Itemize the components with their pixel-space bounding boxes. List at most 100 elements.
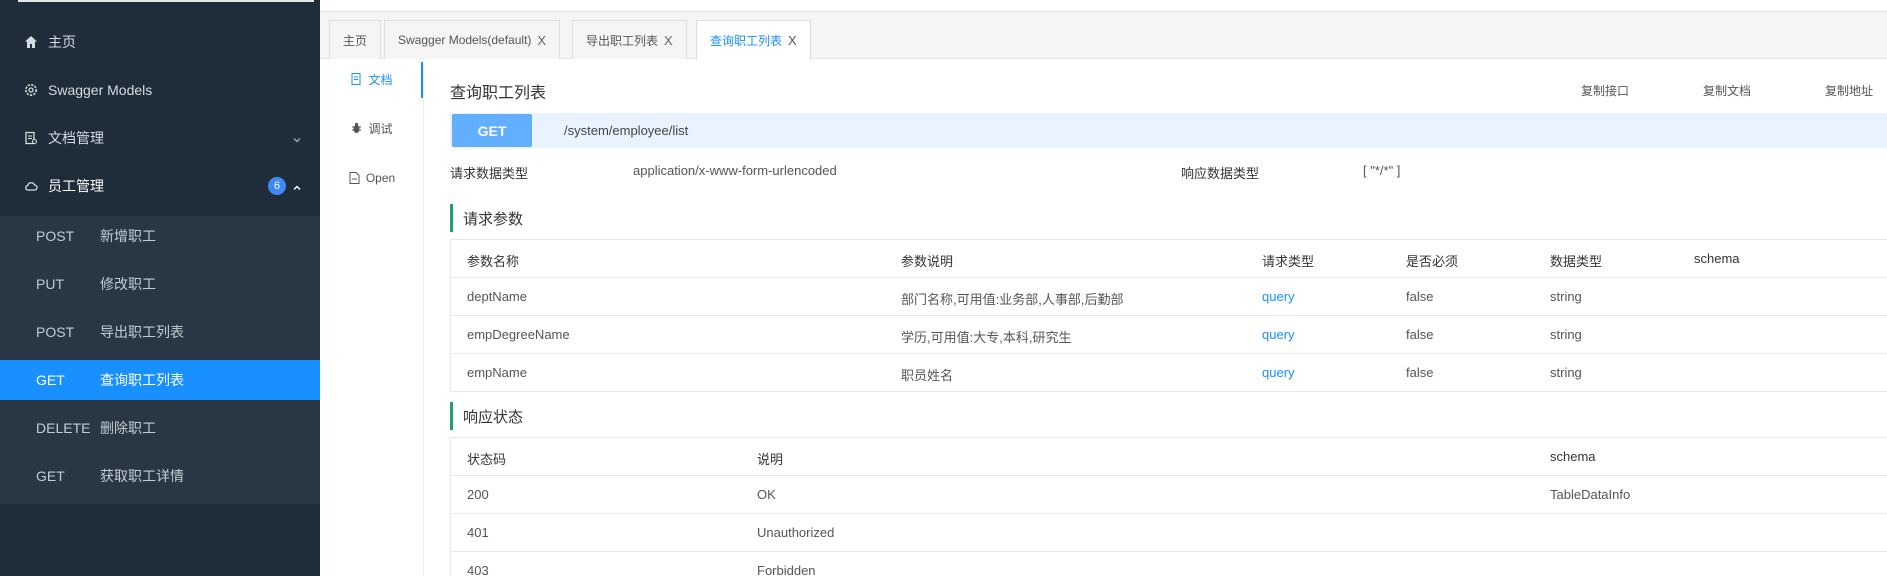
param-desc: 职员姓名 [901,368,954,383]
tab-label: 主页 [343,33,368,48]
sidebar-item-label: 主页 [48,34,76,50]
docnav-active-indicator [421,62,423,98]
table-row: 200 OK TableDataInfo [451,476,1887,514]
column-header: 参数名称 [467,254,520,269]
table-header-row: 状态码 说明 schema [451,438,1887,476]
section-title: 请求参数 [463,210,524,228]
file-icon [349,172,360,184]
table-row: empDegreeName 学历,可用值:大专,本科,研究生 query fal… [451,316,1887,354]
count-badge: 6 [268,177,286,195]
params-table: 参数名称 参数说明 请求类型 是否必须 数据类型 schema deptName… [450,239,1887,392]
http-method: PUT [36,276,64,292]
section-marker [450,204,453,232]
submenu-item-label: 获取职工详情 [100,468,184,484]
column-header: 数据类型 [1550,254,1603,269]
document-icon [23,130,39,146]
page-title: 查询职工列表 [450,85,547,102]
docnav-item-doc[interactable]: 文档 [320,67,424,91]
cloud-icon [23,178,39,194]
copy-url-button[interactable]: 复制地址 [1825,82,1873,99]
close-icon[interactable]: X [537,33,546,48]
tab-bar: 主页 Swagger Models(default) X 导出职工列表 X 查询… [320,12,1887,60]
docnav-label: 文档 [368,72,393,87]
request-type-value: application/x-www-form-urlencoded [633,163,837,178]
param-in: query [1262,289,1295,304]
close-icon[interactable]: X [788,33,797,48]
http-method: GET [36,468,65,484]
tab-query-employees[interactable]: 查询职工列表 X [696,20,811,60]
table-row: deptName 部门名称,可用值:业务部,人事部,后勤部 query fals… [451,278,1887,316]
sidebar-item-label: Swagger Models [48,82,153,98]
doc-side-nav: 文档 调试 Open [320,59,424,576]
submenu-item-employee-detail[interactable]: GET 获取职工详情 [0,456,320,496]
param-desc: 学历,可用值:大专,本科,研究生 [901,330,1072,345]
submenu-item-label: 查询职工列表 [100,372,184,388]
column-header: 请求类型 [1262,254,1315,269]
tab-home[interactable]: 主页 [329,20,382,59]
param-in: query [1262,365,1295,380]
docnav-label: Open [365,171,396,185]
sidebar-top-divider [18,0,314,2]
copy-api-button[interactable]: 复制接口 [1581,82,1629,99]
tab-swagger-models[interactable]: Swagger Models(default) X [384,20,561,59]
request-type-label: 请求数据类型 [450,166,529,181]
sidebar-item-label: 文档管理 [48,130,104,146]
responses-section-heading: 响应状态 [450,402,1887,430]
param-required: false [1406,327,1434,342]
section-title: 响应状态 [463,408,524,426]
chevron-up-icon [292,180,302,190]
submenu-item-label: 删除职工 [100,420,156,436]
column-header: 参数说明 [901,254,954,269]
docnav-item-debug[interactable]: 调试 [320,116,424,140]
http-method: POST [36,228,75,244]
table-header-row: 参数名称 参数说明 请求类型 是否必须 数据类型 schema [451,240,1887,278]
table-row: 401 Unauthorized [451,514,1887,552]
param-type: string [1550,365,1582,380]
param-name: empName [467,365,527,380]
submenu-item-label: 新增职工 [100,228,156,244]
param-name: deptName [467,289,527,304]
sidebar-item-doc-management[interactable]: 文档管理 [0,114,320,162]
settings-icon [23,82,39,98]
status-schema[interactable]: TableDataInfo [1550,487,1630,502]
column-header: 说明 [757,452,784,467]
submenu-item-edit-employee[interactable]: PUT 修改职工 [0,264,320,304]
home-icon [23,34,39,50]
endpoint-path: /system/employee/list [564,123,689,138]
http-method-badge: GET [452,114,532,147]
sidebar-item-home[interactable]: 主页 [0,18,320,66]
param-required: false [1406,365,1434,380]
column-header: 是否必须 [1406,254,1459,269]
param-desc: 部门名称,可用值:业务部,人事部,后勤部 [901,292,1124,307]
header-strip [320,0,1887,12]
submenu-item-label: 导出职工列表 [100,324,184,340]
endpoint-bar: GET /system/employee/list [450,113,1887,148]
submenu-item-add-employee[interactable]: POST 新增职工 [0,216,320,256]
response-type-label: 响应数据类型 [1181,166,1260,181]
status-code: 401 [467,525,489,540]
close-icon[interactable]: X [664,33,673,48]
docnav-label: 调试 [368,121,393,136]
param-type: string [1550,327,1582,342]
chevron-down-icon [292,132,302,143]
docnav-item-open[interactable]: Open [320,166,424,190]
response-type-value: [ "*/*" ] [1363,163,1401,178]
sidebar: 主页 Swagger Models 文档管理 员工管理 6 POST 新增职工 [0,0,320,576]
sidebar-item-label: 员工管理 [48,178,104,194]
submenu-item-query-employees[interactable]: GET 查询职工列表 [0,360,320,400]
param-name: empDegreeName [467,327,570,342]
tab-export-employees[interactable]: 导出职工列表 X [572,20,687,59]
column-header: schema [1550,449,1596,464]
param-in: query [1262,327,1295,342]
copy-doc-button[interactable]: 复制文档 [1703,82,1751,99]
employee-submenu: POST 新增职工 PUT 修改职工 POST 导出职工列表 GET 查询职工列… [0,216,320,504]
submenu-item-delete-employee[interactable]: DELETE 删除职工 [0,408,320,448]
tab-label: 查询职工列表 [710,34,783,48]
responses-table: 状态码 说明 schema 200 OK TableDataInfo 401 U… [450,437,1887,576]
submenu-item-export-employees[interactable]: POST 导出职工列表 [0,312,320,352]
sidebar-item-employee-management[interactable]: 员工管理 6 [0,162,320,210]
column-header: schema [1694,251,1740,266]
http-method: POST [36,324,75,340]
sidebar-item-swagger-models[interactable]: Swagger Models [0,66,320,114]
status-code: 200 [467,487,489,502]
